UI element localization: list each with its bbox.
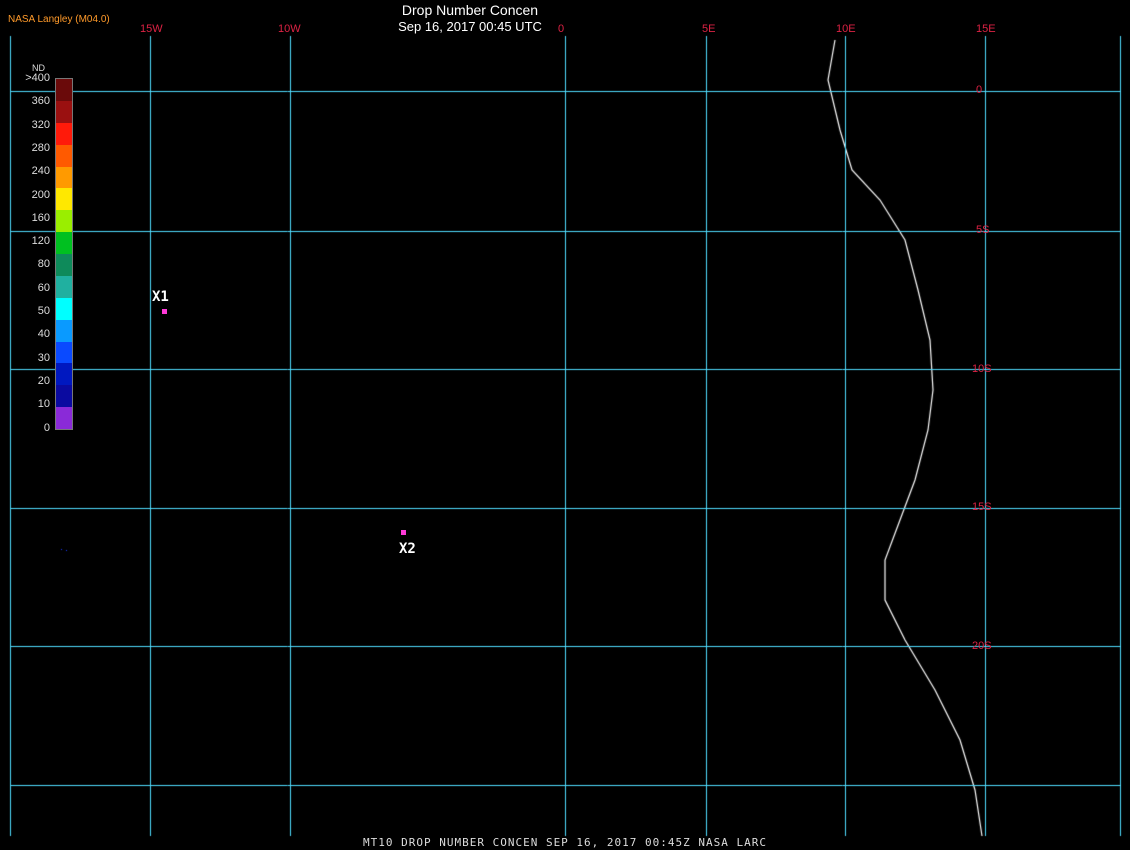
legend-label: 0 xyxy=(43,421,50,434)
lat-label-20s: 20S xyxy=(972,640,992,652)
lat-label-0: 0 xyxy=(976,84,983,96)
lat-label-5s: 5S xyxy=(976,224,990,236)
legend-swatch xyxy=(56,144,72,167)
legend-swatch xyxy=(56,297,72,320)
marker-x2-label: X2 xyxy=(399,541,416,557)
legend-label: 50 xyxy=(37,305,50,317)
lon-label-10e: 10E xyxy=(836,23,856,35)
legend-label: 280 xyxy=(31,141,50,154)
legend-swatch xyxy=(56,341,72,364)
lon-label-15e: 15E xyxy=(976,23,996,35)
legend-swatch xyxy=(56,122,72,145)
legend-label: >400 xyxy=(25,72,50,84)
legend-label: 360 xyxy=(31,95,50,108)
lat-label-10s: 10S xyxy=(972,363,992,375)
legend-swatch xyxy=(56,254,72,276)
legend-swatch xyxy=(56,363,72,386)
legend-swatch xyxy=(56,188,72,211)
satellite-map xyxy=(0,0,1130,850)
legend-label: 320 xyxy=(31,118,50,131)
legend-label: 20 xyxy=(37,374,50,387)
legend-swatch xyxy=(56,79,72,101)
legend-label: 10 xyxy=(37,398,50,411)
map-title: Drop Number Concen xyxy=(401,2,539,18)
legend-label: 80 xyxy=(37,258,50,271)
legend-label: 60 xyxy=(37,281,50,294)
legend-label: 160 xyxy=(31,211,50,224)
legend-swatch xyxy=(56,385,72,408)
legend-swatch xyxy=(56,275,72,298)
legend-swatch xyxy=(56,166,72,189)
marker-x1-point xyxy=(162,309,167,314)
lon-label-0: 0 xyxy=(558,23,565,35)
legend-label: 120 xyxy=(31,235,50,248)
legend-label: 240 xyxy=(31,165,50,178)
legend-label: 40 xyxy=(37,328,50,341)
legend-swatch xyxy=(56,210,72,233)
lat-label-15s: 15S xyxy=(972,501,992,513)
legend-swatch xyxy=(56,407,72,430)
legend-swatch xyxy=(56,100,72,123)
lon-label-5e: 5E xyxy=(702,23,716,35)
marker-x1-label: X1 xyxy=(152,289,169,305)
legend-swatch xyxy=(56,232,72,255)
legend-colorbar xyxy=(55,78,73,430)
legend-label: 200 xyxy=(31,188,50,201)
lon-label-15w: 15W xyxy=(140,23,163,35)
footer-caption: MT10 DROP NUMBER CONCEN SEP 16, 2017 00:… xyxy=(363,836,767,849)
legend-label: 30 xyxy=(37,351,50,364)
lon-label-10w: 10W xyxy=(278,23,301,35)
marker-x2-point xyxy=(401,530,406,535)
legend-swatch xyxy=(56,319,72,342)
